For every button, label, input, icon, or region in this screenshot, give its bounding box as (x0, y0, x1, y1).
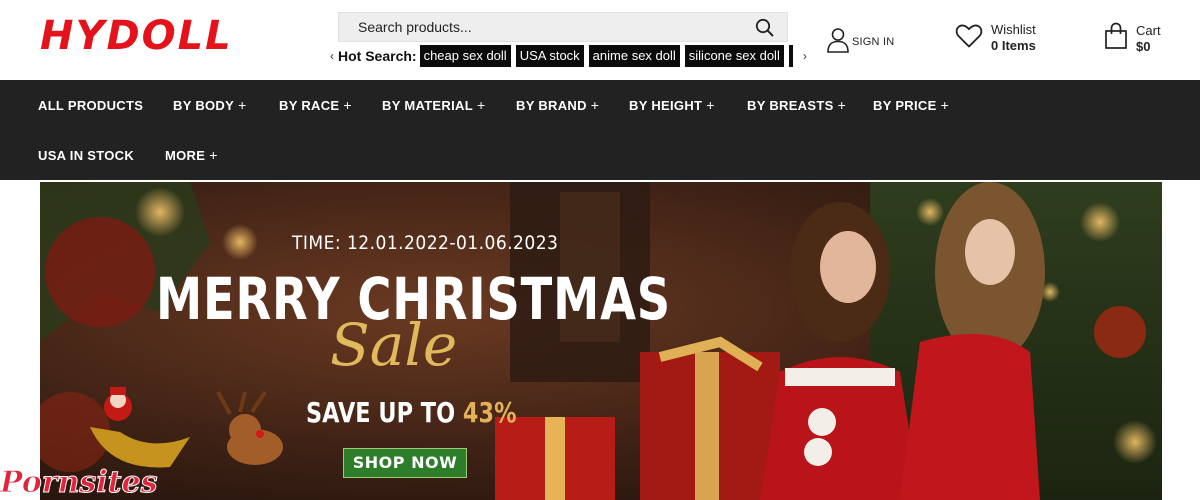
hot-search-tag[interactable]: silicone sex doll (684, 45, 784, 67)
hot-search-tag[interactable]: anime sex doll (588, 45, 680, 67)
banner-save-percent: 43% (462, 396, 517, 429)
nav-item-by-height[interactable]: BY HEIGHT + (629, 97, 715, 113)
nav-expand: + (343, 97, 352, 113)
nav-expand: + (476, 97, 486, 113)
hot-search-label: Hot Search: (338, 48, 417, 64)
user-icon (826, 27, 850, 58)
logo-text: HYDOLL (40, 16, 233, 52)
site-logo[interactable]: HYDOLL (40, 16, 280, 52)
wishlist-count: 0 Items (991, 38, 1036, 53)
nav-item-by-material[interactable]: BY MATERIAL + (382, 97, 485, 113)
wishlist-title: Wishlist (991, 22, 1036, 37)
nav-expand: + (706, 97, 715, 113)
nav-item-by-price[interactable]: BY PRICE + (873, 97, 949, 113)
nav-item-more[interactable]: MORE + (165, 147, 218, 163)
hot-search-tag-partial[interactable] (788, 45, 793, 67)
nav-expand: + (238, 97, 247, 113)
wishlist-link[interactable]: Wishlist 0 Items (955, 22, 1036, 54)
banner-save-text: SAVE UP TO 43% (306, 396, 517, 429)
nav-item-by-brand[interactable]: BY BRAND + (516, 97, 599, 113)
site-header: HYDOLL ‹ Hot Search: cheap sex doll USA … (0, 0, 1200, 80)
nav-item-label: USA IN STOCK (38, 148, 135, 163)
nav-expand: + (590, 97, 600, 113)
sign-in-link[interactable]: SIGN IN (826, 27, 895, 58)
nav-item-label: BY BRAND (516, 98, 587, 113)
hot-search-prev-arrow[interactable]: ‹ (326, 49, 338, 63)
search-bar (338, 12, 788, 42)
nav-item-usa-in-stock[interactable]: USA IN STOCK (38, 147, 138, 163)
cart-link[interactable]: Cart $0 (1104, 22, 1161, 55)
banner-background-image (40, 182, 1162, 500)
cart-title: Cart (1136, 22, 1161, 38)
search-input[interactable] (339, 13, 749, 41)
watermark-logo: Pornsites (0, 465, 158, 500)
hot-search-next-arrow[interactable]: › (799, 49, 811, 63)
nav-item-label: ALL PRODUCTS (38, 98, 144, 113)
hot-search-tag[interactable]: USA stock (515, 45, 584, 67)
hero-banner[interactable]: TIME: 12.01.2022-01.06.2023 MERRY CHRIST… (40, 182, 1162, 500)
banner-script-sale: Sale (330, 311, 458, 379)
nav-expand: + (209, 147, 218, 163)
nav-item-label: BY HEIGHT (629, 98, 703, 113)
watermark-text: Pornsites (0, 465, 158, 500)
main-nav: ALL PRODUCTS BY BODY + BY RACE + BY MATERI… (0, 80, 1200, 180)
nav-item-all-products[interactable]: ALL PRODUCTS (38, 97, 147, 113)
cart-total: $0 (1136, 38, 1151, 54)
nav-item-by-race[interactable]: BY RACE + (279, 97, 352, 113)
search-icon[interactable] (755, 18, 775, 38)
nav-item-label: BY BODY (173, 98, 235, 113)
hot-search-row: ‹ Hot Search: cheap sex doll USA stock a… (326, 45, 811, 67)
hot-search-tag[interactable]: cheap sex doll (419, 45, 511, 67)
banner-save-prefix: SAVE UP TO (306, 396, 463, 429)
heart-icon (955, 23, 983, 54)
sign-in-label: SIGN IN (852, 36, 895, 48)
shop-now-button[interactable]: SHOP NOW (343, 448, 467, 478)
nav-item-label: BY RACE (279, 98, 340, 113)
nav-item-label: BY BREASTS (747, 98, 834, 113)
nav-item-label: BY MATERIAL (382, 98, 473, 113)
nav-item-by-breasts[interactable]: BY BREASTS + (747, 97, 846, 113)
nav-item-label: MORE (165, 148, 206, 163)
nav-expand: + (940, 97, 950, 113)
shopping-bag-icon (1104, 22, 1128, 55)
banner-time: TIME: 12.01.2022-01.06.2023 (292, 232, 559, 254)
nav-expand: + (837, 97, 847, 113)
nav-item-label: BY PRICE (873, 98, 937, 113)
nav-item-by-body[interactable]: BY BODY + (173, 97, 247, 113)
